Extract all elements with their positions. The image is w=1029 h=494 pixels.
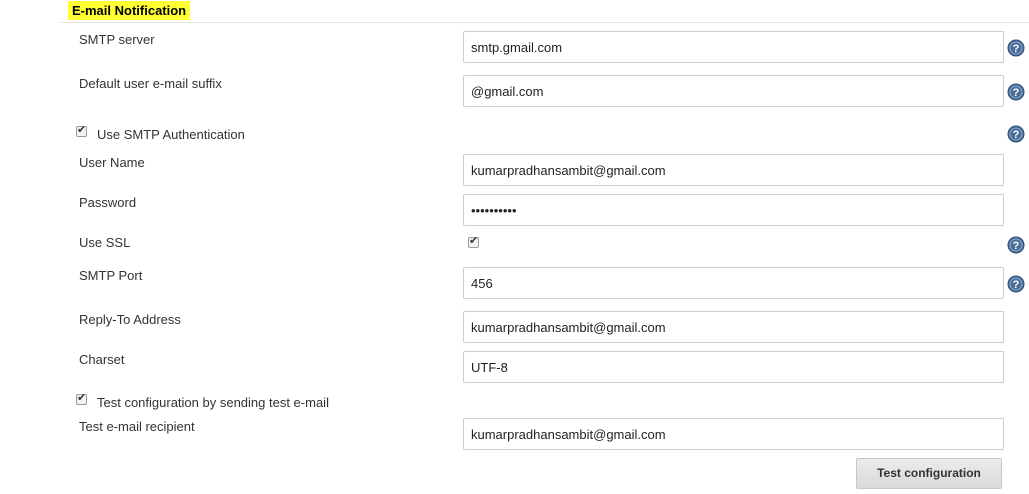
email-suffix-label: Default user e-mail suffix (79, 76, 222, 91)
help-icon[interactable]: ? (1007, 39, 1025, 57)
test-config-label: Test configuration by sending test e-mai… (97, 395, 329, 410)
help-icon[interactable]: ? (1007, 275, 1025, 293)
check-icon: ✔ (77, 124, 87, 136)
charset-input[interactable] (463, 351, 1004, 383)
help-icon[interactable]: ? (1007, 236, 1025, 254)
email-suffix-input[interactable] (463, 75, 1004, 107)
charset-label: Charset (79, 352, 125, 367)
password-label: Password (79, 195, 137, 210)
svg-text:?: ? (1013, 87, 1020, 99)
use-smtp-auth-checkbox[interactable]: ✔ (76, 124, 87, 137)
user-name-input[interactable] (463, 154, 1004, 186)
use-ssl-label: Use SSL (79, 235, 131, 250)
smtp-port-input[interactable] (463, 267, 1004, 299)
svg-text:?: ? (1013, 129, 1020, 141)
user-name-label: User Name (79, 155, 145, 170)
reply-to-input[interactable] (463, 311, 1004, 343)
password-input[interactable] (463, 194, 1004, 226)
svg-text:?: ? (1013, 279, 1020, 291)
check-icon: ✔ (469, 235, 479, 247)
test-config-checkbox[interactable]: ✔ (76, 392, 87, 405)
check-icon: ✔ (77, 392, 87, 404)
smtp-port-label: SMTP Port (79, 268, 143, 283)
use-ssl-checkbox[interactable]: ✔ (468, 235, 479, 248)
help-icon[interactable]: ? (1007, 125, 1025, 143)
smtp-server-label: SMTP server (79, 32, 155, 47)
section-divider (60, 22, 1029, 23)
svg-text:?: ? (1013, 240, 1020, 252)
use-smtp-auth-label: Use SMTP Authentication (97, 127, 245, 142)
help-icon[interactable]: ? (1007, 83, 1025, 101)
section-title: E-mail Notification (68, 1, 191, 20)
test-configuration-button[interactable]: Test configuration (856, 458, 1002, 489)
reply-to-label: Reply-To Address (79, 312, 181, 327)
smtp-server-input[interactable] (463, 31, 1004, 63)
test-recipient-label: Test e-mail recipient (79, 419, 195, 434)
test-recipient-input[interactable] (463, 418, 1004, 450)
svg-text:?: ? (1013, 43, 1020, 55)
